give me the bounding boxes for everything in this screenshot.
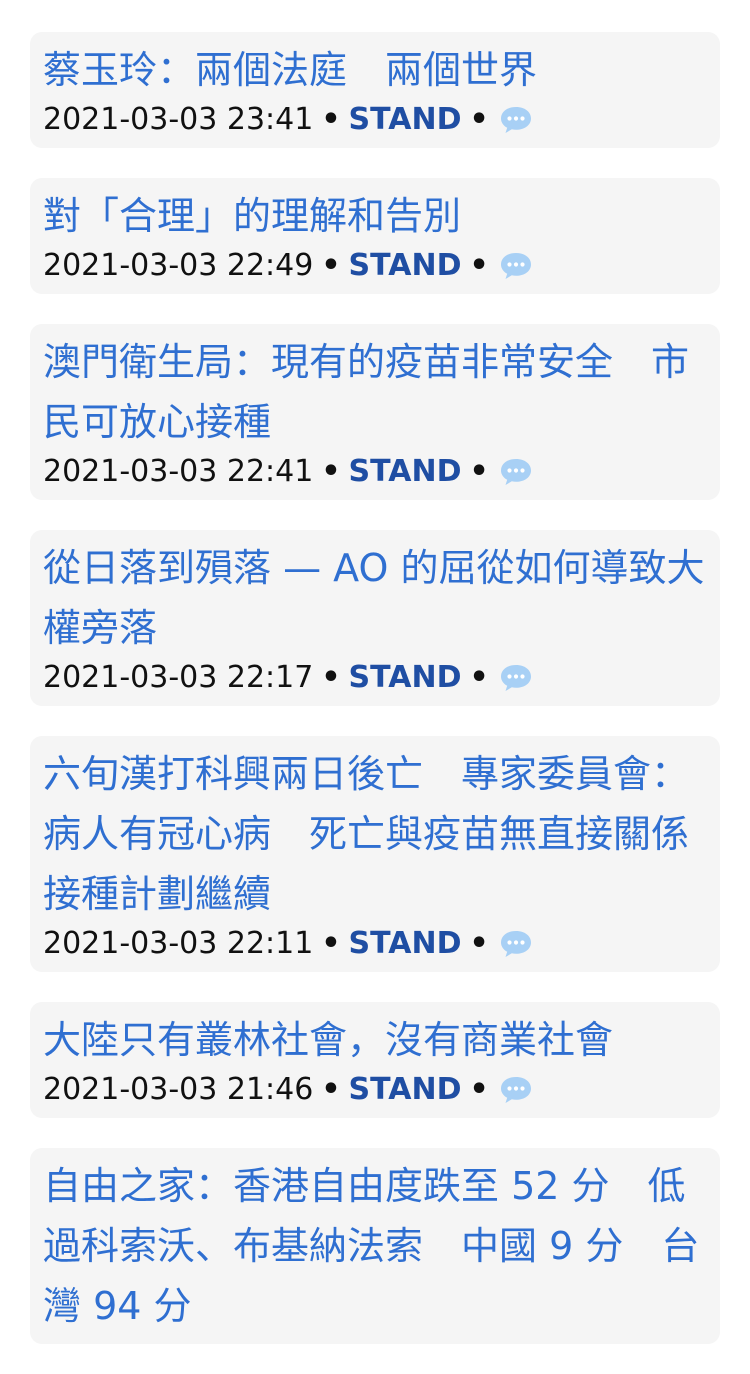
article-source[interactable]: STAND xyxy=(349,100,462,140)
article-source[interactable]: STAND xyxy=(349,246,462,286)
article-card[interactable]: 澳門衛生局：現有的疫苗非常安全 市民可放心接種 2021-03-03 22:41… xyxy=(30,324,720,500)
speech-bubble-icon[interactable] xyxy=(499,457,533,487)
speech-bubble-icon[interactable] xyxy=(499,663,533,693)
article-title[interactable]: 六旬漢打科興兩日後亡 專家委員會：病人有冠心病 死亡與疫苗無直接關係 接種計劃繼… xyxy=(43,744,727,924)
article-title[interactable]: 大陸只有叢林社會，沒有商業社會 xyxy=(43,1010,708,1070)
speech-bubble-icon[interactable] xyxy=(499,105,533,135)
meta-separator: • xyxy=(469,454,489,489)
article-card[interactable]: 對「合理」的理解和告別 2021-03-03 22:49 • STAND • xyxy=(30,178,720,294)
meta-separator: • xyxy=(321,454,341,489)
news-feed: 蔡玉玲：兩個法庭 兩個世界 2021-03-03 23:41 • STAND •… xyxy=(30,32,727,1374)
meta-separator: • xyxy=(321,1072,341,1107)
article-card[interactable]: 自由之家：香港自由度跌至 52 分 低過科索沃、布基納法索 中國 9 分 台灣 … xyxy=(30,1148,720,1344)
speech-bubble-icon[interactable] xyxy=(499,1075,533,1105)
article-timestamp: 2021-03-03 23:41 xyxy=(43,102,314,137)
meta-separator: • xyxy=(469,102,489,137)
meta-separator: • xyxy=(469,926,489,961)
article-meta: 2021-03-03 22:41 • STAND • xyxy=(43,452,708,492)
article-title[interactable]: 從日落到殞落 — AO 的屈從如何導致大權旁落 xyxy=(43,538,708,658)
speech-bubble-icon[interactable] xyxy=(499,929,533,959)
article-title[interactable]: 對「合理」的理解和告別 xyxy=(43,186,708,246)
article-timestamp: 2021-03-03 22:41 xyxy=(43,454,314,489)
meta-separator: • xyxy=(321,102,341,137)
article-meta: 2021-03-03 22:17 • STAND • xyxy=(43,658,708,698)
article-timestamp: 2021-03-03 22:17 xyxy=(43,660,314,695)
article-title[interactable]: 自由之家：香港自由度跌至 52 分 低過科索沃、布基納法索 中國 9 分 台灣 … xyxy=(43,1156,708,1336)
article-card[interactable]: 從日落到殞落 — AO 的屈從如何導致大權旁落 2021-03-03 22:17… xyxy=(30,530,720,706)
article-timestamp: 2021-03-03 22:49 xyxy=(43,248,314,283)
article-source[interactable]: STAND xyxy=(349,452,462,492)
meta-separator: • xyxy=(469,660,489,695)
article-title[interactable]: 蔡玉玲：兩個法庭 兩個世界 xyxy=(43,40,708,100)
meta-separator: • xyxy=(469,248,489,283)
article-card[interactable]: 蔡玉玲：兩個法庭 兩個世界 2021-03-03 23:41 • STAND • xyxy=(30,32,720,148)
meta-separator: • xyxy=(321,660,341,695)
article-timestamp: 2021-03-03 21:46 xyxy=(43,1072,314,1107)
article-source[interactable]: STAND xyxy=(349,924,462,964)
article-meta: 2021-03-03 22:11 • STAND • xyxy=(43,924,708,964)
meta-separator: • xyxy=(321,248,341,283)
article-meta: 2021-03-03 22:49 • STAND • xyxy=(43,246,708,286)
article-timestamp: 2021-03-03 22:11 xyxy=(43,926,314,961)
article-meta: 2021-03-03 21:46 • STAND • xyxy=(43,1070,708,1110)
article-meta: 2021-03-03 23:41 • STAND • xyxy=(43,100,708,140)
meta-separator: • xyxy=(469,1072,489,1107)
article-source[interactable]: STAND xyxy=(349,658,462,698)
article-title[interactable]: 澳門衛生局：現有的疫苗非常安全 市民可放心接種 xyxy=(43,332,708,452)
meta-separator: • xyxy=(321,926,341,961)
speech-bubble-icon[interactable] xyxy=(499,251,533,281)
article-source[interactable]: STAND xyxy=(349,1070,462,1110)
article-card[interactable]: 大陸只有叢林社會，沒有商業社會 2021-03-03 21:46 • STAND… xyxy=(30,1002,720,1118)
article-card[interactable]: 六旬漢打科興兩日後亡 專家委員會：病人有冠心病 死亡與疫苗無直接關係 接種計劃繼… xyxy=(30,736,727,972)
